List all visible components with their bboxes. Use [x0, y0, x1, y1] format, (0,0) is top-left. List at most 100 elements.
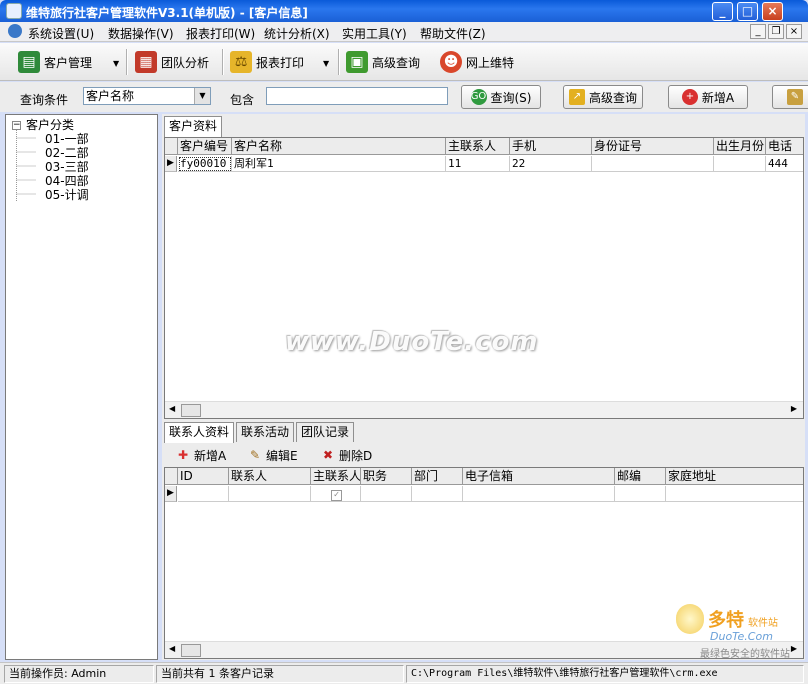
tree-item-scheduling[interactable]: 05-计调: [45, 186, 89, 203]
col-contact-name[interactable]: 联系人: [229, 468, 311, 485]
report-print-label: 报表打印: [256, 55, 305, 70]
customer-grid: 客户编号 客户名称 主联系人 手机 身份证号 出生月份 电话 ▶ fy00010…: [164, 137, 804, 419]
minimize-button[interactable]: _: [712, 2, 733, 21]
col-main-contact[interactable]: 主联系人: [446, 138, 510, 155]
advanced-query-button-2[interactable]: ↗ 高级查询: [563, 85, 643, 109]
mdi-minimize-button[interactable]: _: [750, 24, 766, 39]
col-id-number[interactable]: 身份证号: [592, 138, 714, 155]
cell-customer-name[interactable]: 周利军1: [232, 156, 446, 172]
delete-contact-button[interactable]: ✖ 删除D: [321, 446, 372, 464]
customer-mgmt-dropdown-icon[interactable]: ▼: [113, 59, 119, 68]
mdi-close-button[interactable]: ×: [786, 24, 802, 39]
cell-contact-id[interactable]: [178, 486, 229, 502]
tab-contact-activity[interactable]: 联系活动: [236, 422, 294, 442]
toolbar-separator: [126, 49, 128, 75]
cell-department[interactable]: [412, 486, 463, 502]
scroll-thumb[interactable]: [181, 404, 201, 417]
tab-customer-data[interactable]: 客户资料: [164, 116, 223, 137]
team-chart-icon: ▦: [135, 51, 157, 73]
scroll-left-icon[interactable]: ◀: [169, 404, 175, 413]
advanced-query-label: 高级查询: [372, 55, 421, 70]
edit-customer-button[interactable]: ✎: [772, 85, 808, 109]
title-bar[interactable]: 维特旅行社客户管理软件V3.1(单机版) - [客户信息] _ □ ×: [0, 0, 808, 22]
cell-main-contact-checkbox[interactable]: ✓: [311, 486, 361, 502]
app-icon: [6, 3, 22, 19]
tree-lines: [16, 130, 36, 201]
cell-id-number[interactable]: [592, 156, 714, 172]
maximize-button[interactable]: □: [737, 2, 758, 21]
col-postcode[interactable]: 邮编: [615, 468, 666, 485]
col-customer-id[interactable]: 客户编号: [178, 138, 232, 155]
customer-mgmt-label: 客户管理: [44, 55, 93, 70]
cell-customer-id[interactable]: fy00010: [178, 156, 232, 172]
close-button[interactable]: ×: [762, 2, 783, 21]
team-analysis-button[interactable]: ▦ 团队分析: [135, 49, 209, 75]
advanced-query-button[interactable]: ▣ 高级查询: [346, 49, 420, 75]
col-mobile[interactable]: 手机: [510, 138, 592, 155]
tab-contact-data[interactable]: 联系人资料: [164, 422, 234, 443]
report-print-dropdown-icon[interactable]: ▼: [323, 59, 329, 68]
cell-postcode[interactable]: [615, 486, 666, 502]
add-customer-button[interactable]: + 新增A: [668, 85, 748, 109]
col-department[interactable]: 部门: [412, 468, 463, 485]
menu-system-settings[interactable]: 系统设置(U): [28, 25, 94, 42]
row-selector-icon[interactable]: ▶: [165, 156, 177, 172]
online-maint-label: 网上维特: [466, 55, 515, 70]
menu-statistics[interactable]: 统计分析(X): [264, 25, 330, 42]
col-position[interactable]: 职务: [361, 468, 412, 485]
col-birth-month[interactable]: 出生月份: [714, 138, 766, 155]
customer-mgmt-button[interactable]: ▤ 客户管理: [18, 49, 92, 75]
query-text-input[interactable]: [266, 87, 448, 105]
customer-grid-hscrollbar[interactable]: ◀ ▶: [165, 401, 803, 418]
search-button[interactable]: GO 查询(S): [461, 85, 541, 109]
advanced-query-button-label: 高级查询: [588, 90, 637, 105]
tab-team-records[interactable]: 团队记录: [296, 422, 354, 442]
col-is-main-contact[interactable]: 主联系人: [311, 468, 361, 485]
mdi-app-icon[interactable]: [8, 24, 22, 38]
query-condition-label: 查询条件: [20, 93, 69, 107]
mdi-restore-button[interactable]: ❐: [768, 24, 784, 39]
chevron-down-icon[interactable]: ▼: [194, 88, 210, 104]
scroll-thumb[interactable]: [181, 644, 201, 657]
contact-tabstrip: 联系人资料 联系活动 团队记录: [164, 422, 464, 443]
menu-utilities[interactable]: 实用工具(Y): [342, 25, 407, 42]
customer-card-icon: ▤: [18, 51, 40, 73]
report-print-button[interactable]: ⚖ 报表打印: [230, 49, 304, 75]
logo-text-slogan: 最绿色安全的软件站: [700, 649, 790, 660]
cell-main-contact[interactable]: 11: [446, 156, 510, 172]
col-home-address[interactable]: 家庭地址: [666, 468, 803, 485]
query-field-value: 客户名称: [86, 89, 135, 103]
contact-grid-header: ID 联系人 主联系人 职务 部门 电子信箱 邮编 家庭地址: [165, 468, 803, 485]
col-customer-name[interactable]: 客户名称: [232, 138, 446, 155]
collapse-icon[interactable]: −: [12, 121, 21, 130]
row-selector-icon[interactable]: ▶: [165, 486, 177, 502]
online-maint-button[interactable]: ☻ 网上维特: [440, 49, 514, 75]
logo-text-sub: 软件站: [748, 618, 778, 629]
cell-position[interactable]: [361, 486, 412, 502]
edit-icon: ✎: [787, 89, 803, 105]
menu-report-print[interactable]: 报表打印(W): [186, 25, 255, 42]
export-icon: ↗: [568, 89, 585, 105]
cell-mobile[interactable]: 22: [510, 156, 592, 172]
edit-contact-button[interactable]: ✎ 编辑E: [248, 446, 298, 464]
cell-birth-month[interactable]: [714, 156, 766, 172]
query-field-select[interactable]: 客户名称 ▼: [83, 87, 211, 105]
menu-help[interactable]: 帮助文件(Z): [420, 25, 486, 42]
checkbox-icon[interactable]: ✓: [331, 490, 342, 501]
menu-data-ops[interactable]: 数据操作(V): [108, 25, 174, 42]
add-contact-button[interactable]: ✚ 新增A: [176, 446, 226, 464]
col-phone[interactable]: 电话: [766, 138, 803, 155]
col-contact-id[interactable]: ID: [178, 468, 229, 485]
scroll-right-icon[interactable]: ▶: [791, 404, 797, 413]
contains-label: 包含: [230, 93, 255, 107]
scale-icon: ⚖: [230, 51, 252, 73]
main-area: 客户资料 客户编号 客户名称 主联系人 手机 身份证号 出生月份 电话 ▶ fy…: [162, 114, 805, 660]
people-icon: ☻: [440, 51, 462, 73]
cell-home-address[interactable]: [666, 486, 803, 502]
cell-phone[interactable]: 444: [766, 156, 803, 172]
cell-contact-name[interactable]: [229, 486, 311, 502]
cell-email[interactable]: [463, 486, 615, 502]
col-email[interactable]: 电子信箱: [463, 468, 615, 485]
customer-grid-header: 客户编号 客户名称 主联系人 手机 身份证号 出生月份 电话: [165, 138, 803, 155]
scroll-left-icon[interactable]: ◀: [169, 644, 175, 653]
